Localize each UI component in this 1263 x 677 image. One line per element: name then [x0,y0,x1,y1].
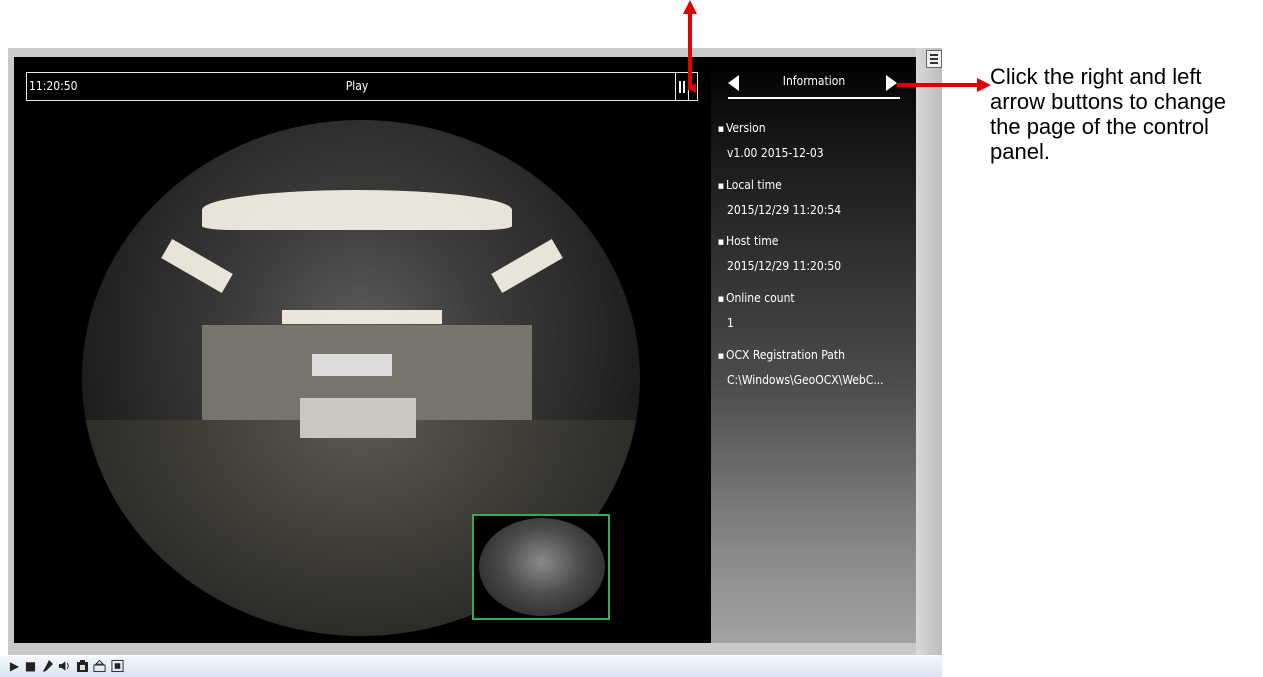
info-local-time: Local time 2015/12/29 11:20:54 [718,173,841,222]
panel-title: Information [782,74,846,88]
playback-toolbar: ▶ ■ [0,656,942,677]
reception-desk [300,398,416,438]
stop-icon[interactable]: ■ [24,658,37,674]
ceiling-light [161,238,233,294]
panel-menu-icon[interactable] [926,50,942,68]
reception-sign [312,354,392,376]
info-ocx-path: OCX Registration Path C:\Windows\GeoOCX\… [718,343,884,392]
control-panel: Information Version v1.00 2015-12-03 Loc… [711,57,916,643]
ceiling-light [282,310,442,324]
fullscreen-icon[interactable] [111,658,124,674]
annotation-arrow-up-tip [688,83,696,93]
annotation-callout: Click the right and left arrow buttons t… [990,64,1227,164]
info-label: Host time [718,229,841,254]
pause-icon[interactable] [675,73,689,100]
osd-bar: 11:20:50 Play ‹ [26,72,698,101]
ceiling-light [202,190,512,230]
pip-fisheye-thumbnail [479,518,605,616]
microphone-icon[interactable] [41,658,54,674]
viewer-side-strip [916,48,942,655]
pip-overview[interactable] [472,514,610,620]
panel-next-arrow-icon[interactable] [886,75,897,91]
info-value: v1.00 2015-12-03 [727,145,824,160]
info-value: 2015/12/29 11:20:50 [727,258,842,273]
info-online-count: Online count 1 [718,286,795,335]
info-label: Online count [718,286,795,311]
info-label: OCX Registration Path [718,343,884,368]
osd-play-state: Play [345,79,369,93]
annotation-arrow-up-line [688,12,692,90]
play-icon[interactable]: ▶ [8,658,21,674]
info-value: C:\Windows\GeoOCX\WebC... [727,372,884,387]
panel-header: Information [728,73,900,99]
record-icon[interactable] [93,658,106,674]
snapshot-icon[interactable] [76,658,89,674]
info-value: 1 [727,315,734,330]
info-label: Local time [718,173,841,198]
annotation-arrow-right-line [897,83,979,87]
speaker-icon[interactable] [58,658,71,674]
ceiling-light [491,238,563,294]
info-version: Version v1.00 2015-12-03 [718,116,824,165]
annotation-arrow-up-head [683,0,697,14]
annotation-arrow-right-head [977,78,991,92]
info-value: 2015/12/29 11:20:54 [727,202,842,217]
info-host-time: Host time 2015/12/29 11:20:50 [718,229,841,278]
info-label: Version [718,116,824,141]
